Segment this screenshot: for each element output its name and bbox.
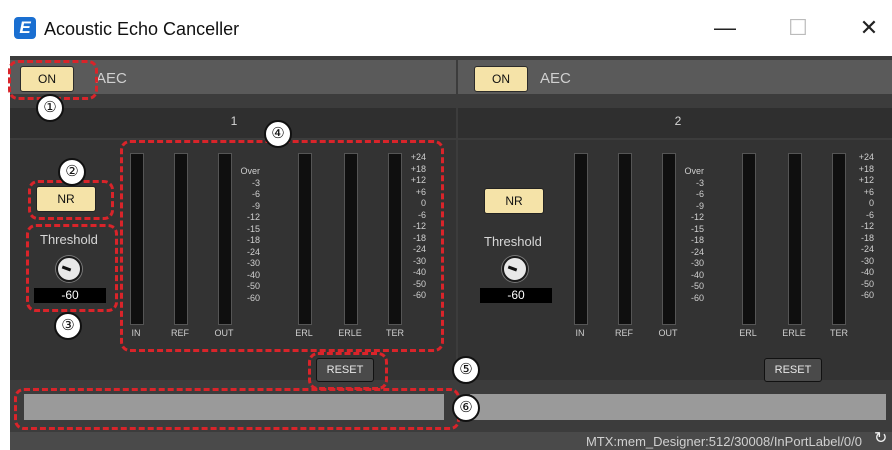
channel-2-scale-right: +24 +18 +12 +6 0 -6 -12 -18 -24 -30 -40 -50 -60 bbox=[846, 152, 874, 302]
channel-2-label-erl: ERL bbox=[739, 328, 757, 338]
channel-2-meter-out bbox=[662, 153, 676, 325]
channel-2-scale-left-tick: -18 bbox=[690, 235, 704, 245]
channel-2-scale-left-tick: -9 bbox=[695, 200, 704, 211]
channel-2-scale-right-tick: 0 bbox=[868, 198, 874, 208]
channel-2-threshold-knob[interactable] bbox=[502, 256, 528, 282]
channel-1-number: 1 bbox=[230, 114, 238, 128]
channel-2-nr-button[interactable]: NR bbox=[484, 188, 544, 214]
channel-2-scale-left: Over -3 -6 -9 -12 -15 -18 -24 -30 -40 -50 -60 bbox=[676, 166, 704, 304]
maximize-button[interactable]: ☐ bbox=[783, 17, 813, 39]
callout-4-box bbox=[120, 140, 444, 352]
channel-2-meter-erl bbox=[742, 153, 756, 325]
channel-2-scale-left-tick: -50 bbox=[690, 281, 704, 291]
channel-2-threshold-label: Threshold bbox=[484, 234, 542, 249]
channel-2-scale-left-tick: -3 bbox=[695, 177, 704, 188]
channel-2-meter-ter bbox=[832, 153, 846, 325]
channel-2-scale-left-tick: -30 bbox=[690, 258, 704, 268]
callout-2-number: ② bbox=[58, 158, 86, 186]
close-button[interactable]: ✕ bbox=[854, 17, 884, 39]
channel-2-scale-right-tick: -6 bbox=[865, 209, 874, 220]
channel-2-scale-left-tick: -24 bbox=[690, 246, 704, 257]
channel-2-scale-right-tick: +24 bbox=[858, 152, 874, 162]
channel-2-aec-label: AEC bbox=[540, 70, 571, 87]
callout-5-box bbox=[308, 352, 388, 390]
channel-2-scale-right-tick: -12 bbox=[860, 221, 874, 231]
callout-6-number: ⑥ bbox=[452, 394, 480, 422]
channel-2-bottom-bar bbox=[470, 394, 886, 420]
callout-6-box bbox=[14, 388, 460, 430]
channel-2-label-out: OUT bbox=[658, 328, 678, 338]
callout-5-number: ⑤ bbox=[452, 356, 480, 384]
channel-2-number: 2 bbox=[674, 114, 682, 128]
callout-3-number: ③ bbox=[54, 312, 82, 340]
channel-2-scale-right-tick: -60 bbox=[860, 290, 874, 300]
channel-2-scale-right-tick: -50 bbox=[860, 278, 874, 289]
channel-2-scale-left-tick: -60 bbox=[690, 292, 704, 303]
status-path: MTX:mem_Designer:512/30008/InPortLabel/0… bbox=[585, 434, 862, 449]
channel-2-scale-right-tick: +12 bbox=[858, 175, 874, 185]
channel-2-scale-right-tick: +6 bbox=[863, 186, 874, 197]
channel-2-scale-left-tick: -40 bbox=[690, 269, 704, 280]
app-icon: E bbox=[14, 17, 36, 39]
minimize-button[interactable]: — bbox=[710, 17, 740, 39]
channel-2-scale-right-tick: -24 bbox=[860, 244, 874, 254]
callout-3-box bbox=[26, 224, 118, 312]
channel-2-label-ter: TER bbox=[830, 328, 848, 338]
channel-2-scale-right-tick: -30 bbox=[860, 255, 874, 266]
refresh-icon[interactable]: ↻ bbox=[874, 428, 892, 447]
channel-2-label-ref: REF bbox=[615, 328, 633, 338]
window-title: Acoustic Echo Canceller bbox=[44, 19, 240, 39]
callout-4-number: ④ bbox=[264, 120, 292, 148]
channel-2-label-in: IN bbox=[575, 328, 585, 338]
channel-2-threshold-value[interactable]: -60 bbox=[480, 288, 552, 303]
channel-2-scale-right-tick: -40 bbox=[860, 267, 874, 277]
channel-2-meter-in bbox=[574, 153, 588, 325]
channel-2-reset-button[interactable]: RESET bbox=[764, 358, 822, 382]
channel-2-scale-left-tick: -15 bbox=[690, 223, 704, 234]
channel-2-label-erle: ERLE bbox=[782, 328, 806, 338]
callout-1-number: ① bbox=[36, 94, 64, 122]
channel-2-scale-left-tick: -6 bbox=[695, 189, 704, 199]
channel-2-scale-left-tick: Over bbox=[684, 166, 704, 176]
channel-2-meter-ref bbox=[618, 153, 632, 325]
channel-2-scale-left-tick: -12 bbox=[690, 212, 704, 222]
callout-2-box bbox=[28, 180, 114, 220]
channel-2-scale-right-tick: +18 bbox=[858, 163, 874, 174]
channel-2-meter-erle bbox=[788, 153, 802, 325]
channel-1-aec-label: AEC bbox=[96, 70, 127, 87]
channel-2-on-button[interactable]: ON bbox=[474, 66, 528, 92]
channel-2-scale-right-tick: -18 bbox=[860, 232, 874, 243]
